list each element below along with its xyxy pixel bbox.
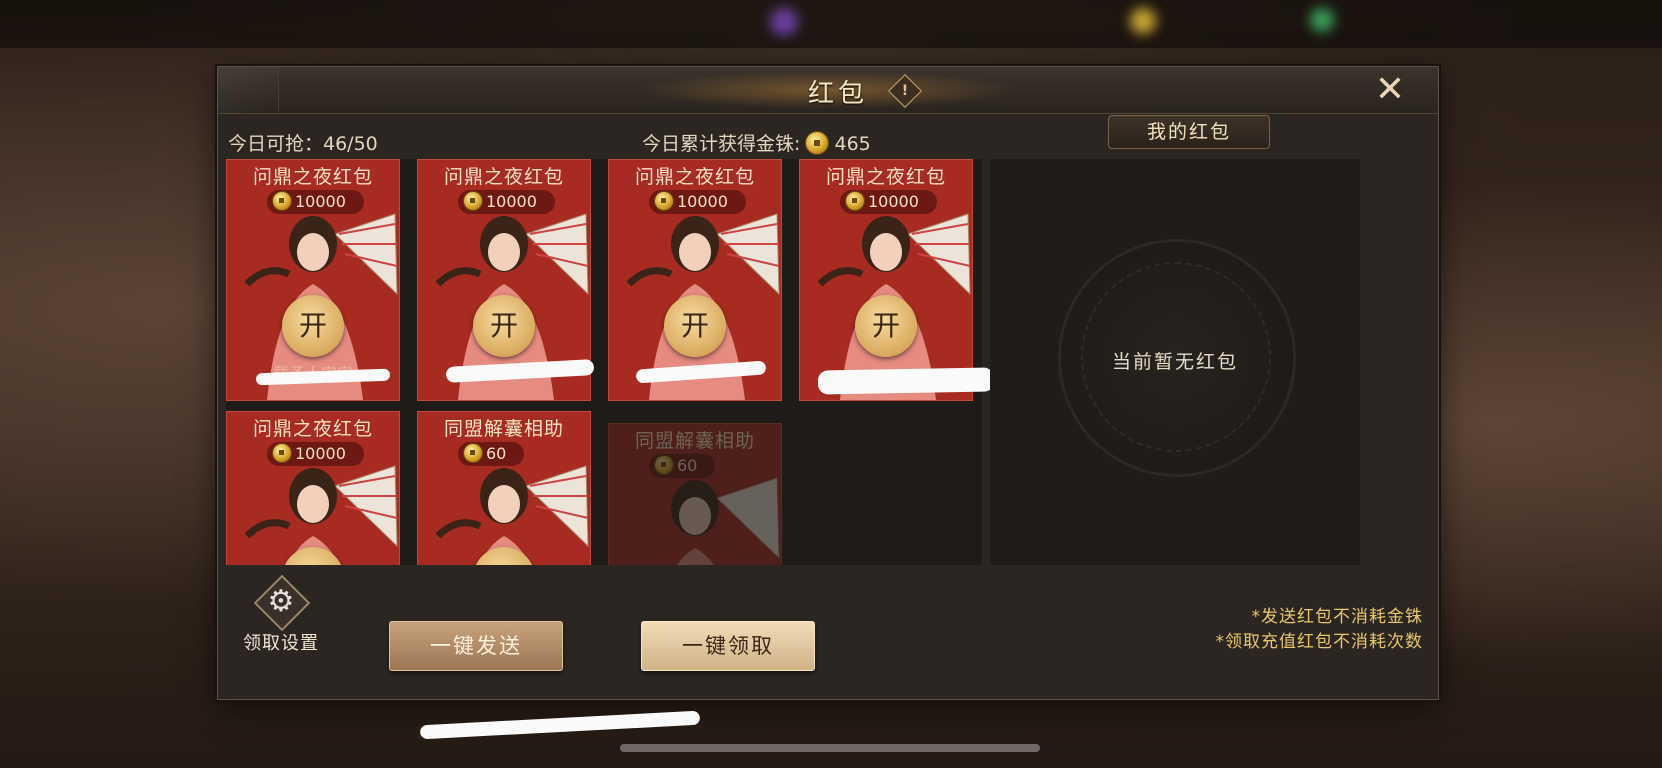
red-packet-card[interactable]: 问鼎之夜红包 10000	[226, 411, 400, 565]
dialog-titlebar: 红包 ! ✕	[218, 67, 1438, 114]
open-packet-button[interactable]: 开	[855, 295, 917, 357]
corner-ornament	[218, 67, 279, 113]
redaction-mark	[817, 367, 995, 395]
hud-orb-icon	[770, 8, 798, 36]
notes: *发送红包不消耗金铢 *领取充值红包不消耗次数	[1103, 605, 1423, 655]
claim-settings-button[interactable]: ⚙ 领取设置	[236, 574, 326, 654]
gold-coin-icon	[806, 132, 829, 154]
fan-lady-illustration	[671, 477, 780, 565]
note-claim: *领取充值红包不消耗次数	[1215, 632, 1423, 652]
card-title: 问鼎之夜红包	[252, 418, 373, 440]
card-title: 同盟解囊相助	[443, 418, 564, 440]
dialog-title: 红包	[807, 79, 868, 109]
red-packet-card[interactable]: 问鼎之夜红包 10000 开	[799, 159, 973, 401]
open-packet-button[interactable]: 开	[282, 295, 344, 357]
card-title: 问鼎之夜红包	[825, 166, 946, 188]
close-icon[interactable]: ✕	[1368, 71, 1412, 109]
red-packet-card[interactable]: 问鼎之夜红包 10000 开 载予人安安	[226, 159, 400, 401]
gold-total: 今日累计获得金铢: 465	[642, 129, 871, 156]
gear-icon: ⚙	[267, 584, 295, 619]
open-packet-button[interactable]: 开	[473, 295, 535, 357]
hud-coin-icon	[1130, 8, 1156, 34]
open-packet-button[interactable]: 开	[664, 295, 726, 357]
card-title: 问鼎之夜红包	[252, 166, 373, 188]
empty-state-text: 当前暂无红包	[1111, 351, 1238, 373]
card-title: 问鼎之夜红包	[443, 166, 564, 188]
tab-my-red-packets[interactable]: 我的红包	[1108, 115, 1270, 149]
claim-all-button[interactable]: 一键领取	[641, 621, 815, 671]
top-hud-bar	[0, 0, 1662, 48]
send-all-button[interactable]: 一键发送	[389, 621, 563, 671]
red-packet-grid: 问鼎之夜红包 10000 开 载予人安安 问鼎之夜红包 10000	[226, 159, 982, 565]
gold-total-label: 今日累计获得金铢:	[642, 133, 801, 155]
hud-gem-icon	[1310, 8, 1334, 32]
red-packet-card[interactable]: 同盟解囊相助 60	[417, 411, 591, 565]
gold-total-value: 465	[834, 133, 871, 155]
note-send: *发送红包不消耗金铢	[1251, 607, 1423, 627]
red-packet-card-claimed: 同盟解囊相助 60	[608, 423, 782, 565]
remaining-count: 今日可抢：46/50	[228, 133, 378, 155]
red-packet-dialog: 红包 ! ✕ 今日可抢：46/50 今日累计获得金铢: 465 问鼎之夜红包 1…	[217, 66, 1439, 700]
card-title: 问鼎之夜红包	[634, 166, 755, 188]
home-indicator[interactable]	[620, 744, 1040, 752]
card-title: 同盟解囊相助	[634, 430, 755, 452]
claim-settings-label: 领取设置	[243, 633, 319, 654]
